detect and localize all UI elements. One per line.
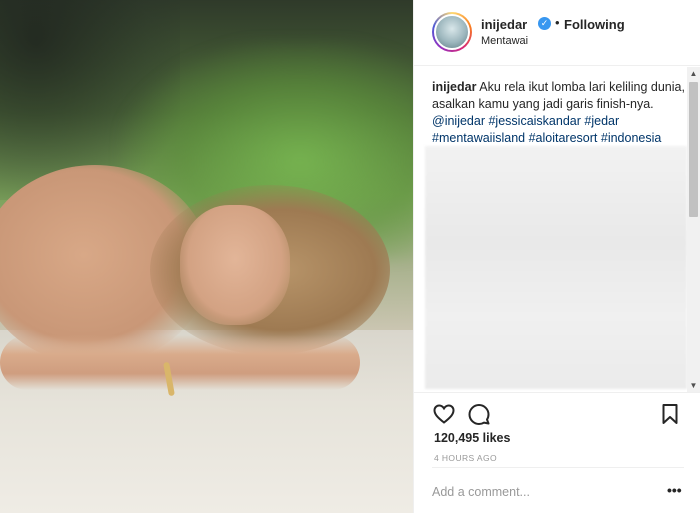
post-actions: 120,495 likes 4 HOURS AGO [414, 392, 700, 472]
post-location[interactable]: Mentawai [481, 35, 528, 47]
hashtag-link[interactable]: #aloitaresort [529, 131, 598, 145]
photo-subject-face [180, 205, 290, 325]
post-timestamp[interactable]: 4 HOURS AGO [434, 453, 497, 463]
avatar-image [434, 14, 470, 50]
comment-bubble-icon[interactable] [467, 402, 491, 426]
caption-username[interactable]: inijedar [432, 80, 476, 94]
add-comment-bar: ••• [432, 467, 684, 513]
avatar[interactable] [432, 12, 472, 52]
blurred-comments [425, 146, 687, 389]
more-options-icon[interactable]: ••• [667, 482, 682, 498]
scroll-down-arrow-icon[interactable]: ▼ [687, 379, 700, 392]
post-username[interactable]: inijedar [481, 17, 527, 32]
comments-area: inijedar Aku rela ikut lomba lari kelili… [414, 67, 700, 392]
following-button[interactable]: Following [564, 17, 625, 32]
hashtag-link[interactable]: #indonesia [601, 131, 661, 145]
post-photo[interactable] [0, 0, 413, 513]
heart-icon[interactable] [432, 402, 456, 426]
post-side-panel: inijedar ✓ • Following Mentawai inijedar… [413, 0, 700, 513]
follow-separator: • [555, 15, 560, 30]
comments-scrollbar[interactable]: ▲ ▼ [687, 67, 700, 392]
hashtag-link[interactable]: #jessicaiskandar [488, 114, 580, 128]
likes-count[interactable]: 120,495 likes [434, 431, 510, 445]
bookmark-icon[interactable] [658, 402, 682, 426]
add-comment-input[interactable] [432, 483, 647, 501]
caption-mention[interactable]: @inijedar [432, 114, 485, 128]
post-caption: inijedar Aku rela ikut lomba lari kelili… [432, 79, 687, 147]
scroll-up-arrow-icon[interactable]: ▲ [687, 67, 700, 80]
verified-badge-icon: ✓ [538, 17, 551, 30]
scrollbar-thumb[interactable] [689, 82, 698, 217]
photo-subject-arm [0, 335, 360, 390]
hashtag-link[interactable]: #jedar [584, 114, 619, 128]
post-header: inijedar ✓ • Following Mentawai [414, 0, 700, 66]
hashtag-link[interactable]: #mentawaiisland [432, 131, 525, 145]
